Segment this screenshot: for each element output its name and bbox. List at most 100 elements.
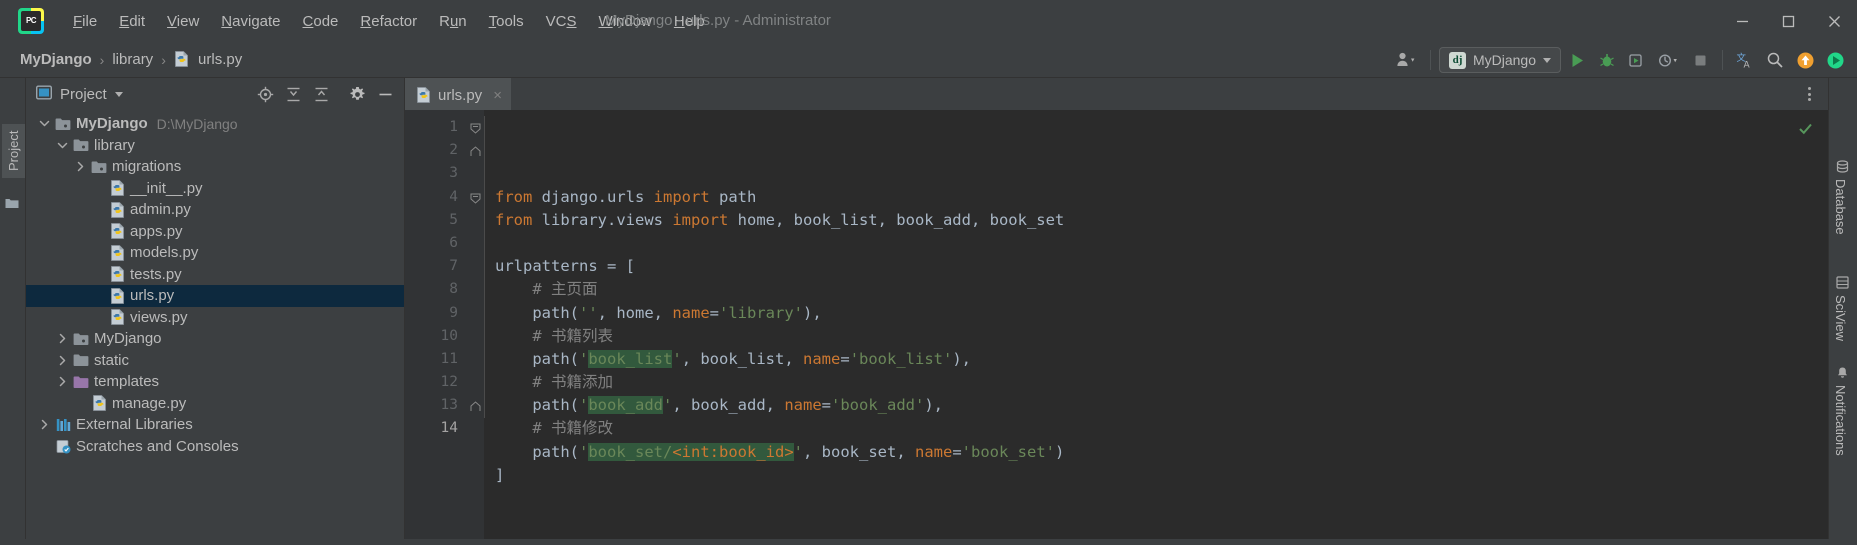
tool-window-tab-project[interactable]: Project	[2, 123, 25, 178]
tree-node-scratches-and-consoles[interactable]: Scratches and Consoles	[26, 436, 404, 458]
breadcrumb-item-project[interactable]: MyDjango	[16, 49, 96, 70]
line-number: 8	[449, 281, 458, 298]
tree-node-views-py[interactable]: views.py	[26, 307, 404, 329]
fold-marker-end[interactable]	[467, 394, 484, 417]
chevron-right-icon[interactable]	[54, 354, 71, 367]
tree-node-label: External Libraries	[76, 416, 193, 434]
editor-tab-label: urls.py	[438, 86, 483, 104]
profile-button[interactable]	[1653, 46, 1684, 74]
chevron-down-icon[interactable]	[114, 91, 123, 97]
stop-button[interactable]	[1686, 46, 1714, 74]
run-with-coverage-button[interactable]	[1623, 46, 1651, 74]
search-everywhere-icon[interactable]	[1761, 46, 1789, 74]
fold-marker-start[interactable]	[467, 116, 484, 139]
code-token: ),	[803, 303, 822, 322]
code-token: )	[1055, 442, 1065, 461]
tree-node-external-libraries[interactable]: External Libraries	[26, 414, 404, 436]
run-button[interactable]	[1563, 46, 1591, 74]
project-tree[interactable]: MyDjango D:\MyDjango library migrations __in…	[26, 110, 404, 539]
tool-window-tab-notifications[interactable]: Notifications	[1833, 366, 1849, 456]
tool-window-tab-database[interactable]: Database	[1833, 160, 1849, 235]
sciview-icon	[1833, 276, 1849, 289]
fold-marker-end[interactable]	[467, 139, 484, 162]
tree-node-mydjango[interactable]: MyDjango	[26, 328, 404, 350]
tree-node-tests-py[interactable]: tests.py	[26, 264, 404, 286]
more-options-icon[interactable]	[1798, 83, 1820, 105]
code-token: # 主页面	[495, 280, 598, 299]
fold-marker-start[interactable]	[467, 186, 484, 209]
menu-vcs[interactable]: VCS	[535, 9, 588, 34]
source-code[interactable]: from django.urls import path from library…	[484, 110, 1828, 539]
menu-edit[interactable]: Edit	[108, 9, 156, 34]
inspection-status-icon[interactable]	[1797, 120, 1814, 141]
python-file-icon	[110, 244, 125, 261]
menu-code[interactable]: Code	[292, 9, 350, 34]
code-token: ''	[579, 303, 598, 322]
tool-window-tab-sciview[interactable]: SciView	[1833, 276, 1849, 341]
code-token: book_list	[588, 349, 673, 368]
maximize-button[interactable]	[1765, 0, 1811, 42]
chevron-down-icon[interactable]	[36, 117, 53, 130]
tree-node-admin-py[interactable]: admin.py	[26, 199, 404, 221]
fold-gutter-cell	[467, 348, 484, 371]
python-file-icon	[110, 287, 125, 304]
tree-node-migrations[interactable]: migrations	[26, 156, 404, 178]
update-project-icon[interactable]	[1791, 46, 1819, 74]
settings-gear-icon[interactable]	[345, 82, 370, 107]
tree-node-icon	[107, 244, 127, 261]
menu-view[interactable]: View	[156, 9, 210, 34]
tree-node-templates[interactable]: templates	[26, 371, 404, 393]
tree-node-apps-py[interactable]: apps.py	[26, 221, 404, 243]
tree-node-init-py[interactable]: __init__.py	[26, 178, 404, 200]
minimize-button[interactable]	[1719, 0, 1765, 42]
tree-node-urls-py[interactable]: urls.py	[26, 285, 404, 307]
tree-node-icon	[107, 309, 127, 326]
code-editor[interactable]: 1 2 3 4 5 6 7 8 9 10 11 12 13 14 from django.urls imp…	[405, 110, 1828, 539]
code-token: from	[495, 187, 542, 206]
tree-node-library[interactable]: library	[26, 135, 404, 157]
tree-node-path: D:\MyDjango	[156, 115, 238, 132]
hide-panel-icon[interactable]	[373, 82, 398, 107]
chevron-right-icon[interactable]	[72, 160, 89, 173]
chevron-right-icon[interactable]	[54, 375, 71, 388]
tree-node-icon	[53, 439, 73, 454]
ide-settings-icon[interactable]	[1821, 46, 1849, 74]
menu-file[interactable]: File	[62, 9, 108, 34]
project-panel-title-group[interactable]: Project	[35, 85, 123, 104]
menu-run[interactable]: Run	[428, 9, 478, 34]
code-token: book_add	[588, 396, 663, 415]
chevron-right-icon[interactable]	[36, 418, 53, 431]
breadcrumb-item-file[interactable]: urls.py	[170, 49, 246, 70]
run-configuration-selector[interactable]: dj MyDjango	[1438, 47, 1561, 73]
menu-navigate[interactable]: Navigate	[210, 9, 291, 34]
tree-node-label: urls.py	[130, 287, 175, 305]
tree-node-static[interactable]: static	[26, 350, 404, 372]
tree-node-manage-py[interactable]: manage.py	[26, 393, 404, 415]
menu-tools[interactable]: Tools	[478, 9, 535, 34]
fold-gutter-cell	[467, 371, 484, 394]
close-tab-icon[interactable]: ×	[493, 88, 502, 103]
chevron-right-icon[interactable]	[54, 332, 71, 345]
editor-tab-urls-py[interactable]: urls.py ×	[405, 78, 511, 110]
python-file-icon	[416, 87, 431, 103]
menu-refactor[interactable]: Refactor	[349, 9, 428, 34]
tree-node-models-py[interactable]: models.py	[26, 242, 404, 264]
translate-icon[interactable]: 文 A	[1731, 46, 1759, 74]
debug-button[interactable]	[1593, 46, 1621, 74]
breadcrumb-file-label: urls.py	[198, 51, 243, 68]
user-account-icon[interactable]	[1392, 46, 1422, 74]
structure-icon[interactable]	[5, 196, 20, 208]
tree-node-mydjango[interactable]: MyDjango D:\MyDjango	[26, 113, 404, 135]
code-token: name	[672, 303, 710, 322]
python-file-icon	[110, 180, 125, 197]
breadcrumb-item-library[interactable]: library	[108, 49, 157, 70]
line-number: 10	[440, 327, 458, 344]
collapse-all-icon[interactable]	[309, 82, 334, 107]
code-token: 'book_set'	[961, 442, 1055, 461]
expand-all-icon[interactable]	[281, 82, 306, 107]
close-button[interactable]	[1811, 0, 1857, 42]
chevron-down-icon[interactable]	[54, 139, 71, 152]
code-token: =	[952, 442, 962, 461]
code-folding-gutter[interactable]	[467, 110, 484, 539]
select-opened-file-icon[interactable]	[253, 82, 278, 107]
